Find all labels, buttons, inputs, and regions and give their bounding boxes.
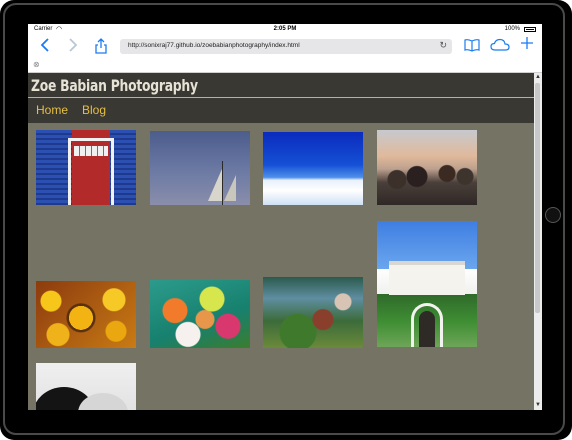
house-shape — [389, 261, 465, 295]
battery-icon — [524, 27, 536, 32]
door-shape — [419, 311, 435, 347]
site-title[interactable]: Zoe Babian Photography — [31, 76, 198, 95]
clock: 2:05 PM — [273, 26, 297, 32]
share-icon[interactable] — [94, 38, 110, 54]
tab-bar: ⊗ — [28, 58, 542, 73]
scroll-down-arrow-icon[interactable]: ▼ — [535, 402, 541, 408]
gallery-photo-red-door[interactable] — [36, 130, 136, 205]
scroll-thumb[interactable] — [535, 83, 540, 313]
ipad-frame: Carrier ◠ 2:05 PM 100% http://sonixraj77… — [0, 0, 572, 440]
gallery-photo-crowd[interactable] — [377, 130, 477, 205]
gallery-photo-portrait[interactable] — [36, 363, 136, 410]
plus-icon[interactable] — [520, 36, 534, 54]
reload-icon[interactable]: ↻ — [439, 40, 447, 51]
url-text: http://sonixraj77.github.io/zoebabianpho… — [128, 42, 300, 49]
gallery-photo-bouquet[interactable] — [150, 280, 250, 348]
cloud-icon[interactable] — [490, 38, 510, 55]
battery-percent: 100% — [504, 26, 520, 32]
gallery-photo-mansion[interactable] — [377, 221, 477, 347]
mast-shape — [222, 161, 223, 205]
book-icon[interactable] — [464, 38, 480, 55]
web-page: Zoe Babian Photography Home Blog — [28, 73, 534, 410]
door-transom — [74, 146, 108, 156]
home-button[interactable] — [545, 207, 561, 223]
site-nav: Home Blog — [28, 98, 534, 123]
vertical-scrollbar[interactable]: ▲ ▼ — [534, 73, 542, 410]
chevron-left-icon[interactable] — [40, 38, 50, 55]
scroll-up-arrow-icon[interactable]: ▲ — [535, 74, 541, 80]
site-header: Zoe Babian Photography — [28, 73, 534, 98]
chevron-right-icon[interactable] — [68, 38, 78, 55]
gallery-photo-clouds[interactable] — [263, 132, 363, 205]
screen: Carrier ◠ 2:05 PM 100% http://sonixraj77… — [28, 24, 542, 410]
gallery-photo-sunflowers[interactable] — [36, 281, 136, 348]
gallery-photo-garden[interactable] — [263, 277, 363, 348]
sail-shape — [208, 169, 222, 201]
address-bar[interactable]: http://sonixraj77.github.io/zoebabianpho… — [120, 39, 452, 54]
nav-home-link[interactable]: Home — [36, 103, 68, 117]
close-icon[interactable]: ⊗ — [33, 60, 40, 69]
browser-toolbar: http://sonixraj77.github.io/zoebabianpho… — [28, 36, 542, 58]
status-bar: Carrier ◠ 2:05 PM 100% — [28, 24, 542, 36]
gallery-photo-sailboat[interactable] — [150, 131, 250, 205]
sail-shape — [224, 175, 236, 201]
nav-blog-link[interactable]: Blog — [82, 103, 106, 117]
